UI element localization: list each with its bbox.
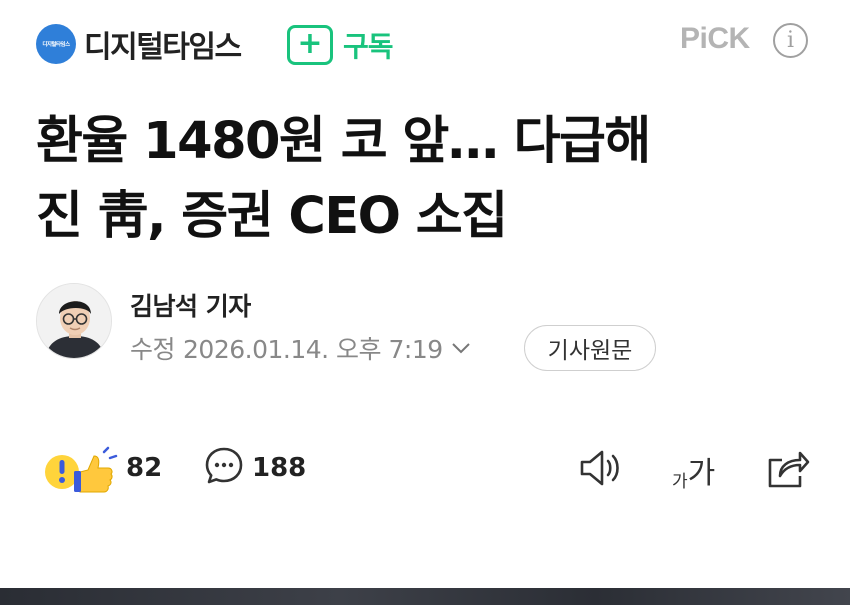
comment-count: 188 (252, 453, 307, 483)
share-icon[interactable] (764, 446, 810, 490)
press-brand[interactable]: 디지털타임스 디지털타임스 (36, 22, 242, 66)
plus-icon: + (287, 25, 333, 65)
original-article-button[interactable]: 기사원문 (524, 325, 656, 371)
speaker-icon[interactable] (578, 448, 624, 488)
article-action-bar: 82 188 가 가 (0, 440, 850, 500)
press-logo-icon: 디지털타임스 (36, 24, 76, 64)
chevron-down-icon[interactable] (451, 337, 473, 359)
press-logo-text: 디지털타임스 (42, 42, 70, 48)
title-line-1: 환율 1480원 코 앞… 다급해 (36, 112, 651, 171)
info-glyph: i (786, 28, 795, 53)
subscribe-label: 구독 (343, 30, 394, 63)
date-value: 2026.01.14. 오후 7:19 (183, 335, 443, 364)
info-icon[interactable]: i (773, 23, 808, 58)
reaction-icons[interactable] (42, 446, 122, 494)
reporter-name[interactable]: 김남석 기자 (130, 287, 251, 323)
subscribe-button[interactable]: + 구독 (287, 25, 394, 65)
date-label: 수정 (130, 335, 176, 364)
reaction-count: 82 (126, 453, 163, 483)
font-small-label: 가 (672, 472, 688, 492)
article-header: 디지털타임스 디지털타임스 + 구독 PiCK i (0, 0, 850, 90)
reporter-avatar[interactable] (36, 283, 112, 359)
title-line-2: 진 靑, 증권 CEO 소집 (36, 187, 508, 246)
article-image-preview (0, 588, 850, 605)
article-date[interactable]: 수정 2026.01.14. 오후 7:19 (130, 330, 473, 366)
font-big-label: 가 (687, 456, 716, 491)
reporter-photo-icon (37, 284, 111, 358)
font-size-button[interactable]: 가 가 (672, 448, 715, 492)
press-name: 디지털타임스 (84, 30, 242, 65)
article-title: 환율 1480원 코 앞… 다급해 진 靑, 증권 CEO 소집 (36, 104, 826, 254)
pick-badge: PiCK (680, 22, 750, 55)
comment-icon[interactable] (204, 446, 244, 486)
